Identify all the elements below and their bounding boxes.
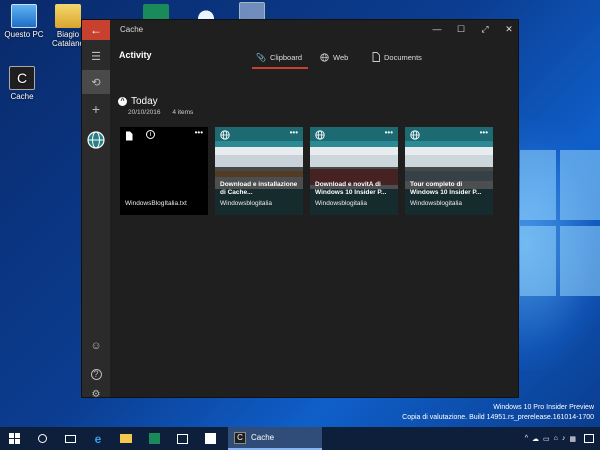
taskbar: e C Cache ^ ☁ ▭ ⌂ ♪ ▦ bbox=[0, 427, 600, 450]
more-options-button[interactable]: ••• bbox=[195, 128, 203, 137]
sidebar-item-help[interactable]: ? bbox=[82, 362, 110, 386]
section-count: 4 items bbox=[172, 109, 194, 116]
more-options-button[interactable]: ••• bbox=[290, 128, 298, 137]
file-explorer-button[interactable] bbox=[112, 427, 140, 450]
hamburger-icon: ☰ bbox=[91, 50, 101, 63]
desktop-icon-cache[interactable]: C Cache bbox=[0, 66, 50, 101]
store-bag-icon bbox=[176, 433, 188, 444]
clipboard-card-file[interactable]: i ••• WindowsBlogItalia.txt bbox=[120, 127, 208, 215]
build-watermark: Windows 10 Pro Insider Preview Copia di … bbox=[402, 403, 594, 423]
taskbar-item-cache[interactable]: C Cache bbox=[228, 427, 322, 450]
clipboard-card-web[interactable]: ••• Download e installazione di Cache...… bbox=[215, 127, 303, 215]
paperclip-icon: 📎 bbox=[256, 52, 266, 62]
card-source: Windowsblogitalia bbox=[315, 200, 368, 207]
computer-icon bbox=[11, 4, 37, 28]
main-content: Activity 📎 Clipboard Web Documents ^ Tod… bbox=[110, 40, 518, 397]
cache-window: ← Cache — ☐ ⤢ ✕ ☰ ⟲ + ☺ ? ⚙ Activity 📎 C… bbox=[82, 20, 518, 400]
tab-documents[interactable]: Documents bbox=[372, 48, 422, 66]
title-bar: ← Cache — ☐ ⤢ ✕ bbox=[82, 20, 518, 40]
section-header-today[interactable]: ^ Today bbox=[118, 96, 158, 107]
back-arrow-icon: ← bbox=[90, 23, 102, 37]
more-options-button[interactable]: ••• bbox=[480, 128, 488, 137]
sidebar-item-history[interactable]: ⟲ bbox=[82, 70, 110, 94]
windows-logo-wallpaper bbox=[520, 150, 600, 310]
tab-clipboard[interactable]: 📎 Clipboard bbox=[251, 48, 309, 69]
fullscreen-button[interactable]: ⤢ bbox=[476, 24, 494, 35]
page-title: Activity bbox=[119, 50, 152, 60]
app-tile-icon bbox=[148, 433, 160, 444]
smiley-icon: ☺ bbox=[90, 340, 102, 352]
sidebar-item-globe[interactable] bbox=[82, 128, 110, 152]
section-meta: 20/10/2016 4 items bbox=[128, 109, 203, 116]
chevron-up-icon[interactable]: ^ bbox=[525, 435, 528, 442]
globe-icon bbox=[220, 130, 230, 140]
network-icon[interactable]: ⌂ bbox=[554, 435, 558, 442]
edge-icon: e bbox=[94, 431, 102, 446]
volume-icon[interactable]: ♪ bbox=[562, 435, 566, 442]
restore-button[interactable]: ☐ bbox=[452, 24, 470, 35]
globe-icon bbox=[320, 52, 329, 62]
back-button[interactable]: ← bbox=[82, 20, 110, 40]
edge-button[interactable]: e bbox=[84, 427, 112, 450]
system-tray: ^ ☁ ▭ ⌂ ♪ ▦ bbox=[525, 427, 600, 450]
cortana-circle-icon bbox=[37, 434, 47, 443]
window-title: Cache bbox=[120, 25, 144, 34]
folder-icon bbox=[120, 434, 132, 443]
more-options-button[interactable]: ••• bbox=[385, 128, 393, 137]
office-button[interactable] bbox=[196, 427, 224, 450]
card-title: Download e installazione di Cache... bbox=[220, 181, 298, 196]
windows-start-icon bbox=[8, 433, 20, 444]
sidebar-item-add[interactable]: + bbox=[82, 97, 110, 121]
onedrive-icon[interactable]: ☁ bbox=[532, 435, 539, 443]
watermark-build: Copia di valutazione. Build 14951.rs_pre… bbox=[402, 414, 594, 421]
section-title: Today bbox=[131, 96, 158, 107]
user-folder-icon bbox=[55, 4, 81, 28]
section-date: 20/10/2016 bbox=[128, 109, 161, 116]
card-source: Windowsblogitalia bbox=[410, 200, 463, 207]
keyboard-icon[interactable]: ▦ bbox=[569, 435, 576, 443]
search-button[interactable] bbox=[28, 427, 56, 450]
taskbar-item-label: Cache bbox=[251, 433, 275, 442]
store-app-button[interactable] bbox=[140, 427, 168, 450]
minimize-button[interactable]: — bbox=[428, 24, 446, 34]
hamburger-menu-button[interactable]: ☰ bbox=[82, 44, 110, 68]
tab-web[interactable]: Web bbox=[320, 48, 348, 66]
store-button[interactable] bbox=[168, 427, 196, 450]
add-icon: + bbox=[91, 101, 101, 117]
gear-icon: ⚙ bbox=[91, 388, 101, 400]
card-source: Windowsblogitalia bbox=[220, 200, 273, 207]
battery-icon[interactable]: ▭ bbox=[543, 435, 550, 443]
document-icon bbox=[372, 52, 380, 62]
history-icon: ⟲ bbox=[91, 76, 101, 89]
clipboard-card-web[interactable]: ••• Download e novitA di Windows 10 Insi… bbox=[310, 127, 398, 215]
close-button[interactable]: ✕ bbox=[500, 24, 518, 35]
sidebar-item-feedback[interactable]: ☺ bbox=[82, 334, 110, 358]
task-view-button[interactable] bbox=[56, 427, 84, 450]
settings-button[interactable]: ⚙ bbox=[82, 388, 110, 400]
action-center-icon[interactable] bbox=[584, 434, 594, 443]
card-title: Tour completo di Windows 10 Insider P... bbox=[410, 181, 482, 196]
sidebar: ☰ ⟲ + ☺ ? ⚙ bbox=[82, 40, 110, 400]
office-icon bbox=[204, 433, 216, 444]
help-icon: ? bbox=[90, 368, 102, 380]
globe-icon bbox=[315, 130, 325, 140]
card-source: WindowsBlogItalia.txt bbox=[125, 200, 187, 207]
start-button[interactable] bbox=[0, 427, 28, 450]
task-view-icon bbox=[64, 434, 76, 443]
watermark-edition: Windows 10 Pro Insider Preview bbox=[493, 404, 594, 411]
globe-icon bbox=[87, 131, 105, 149]
info-icon[interactable]: i bbox=[146, 130, 155, 139]
chevron-up-icon[interactable]: ^ bbox=[118, 97, 127, 106]
card-title: Download e novitA di Windows 10 Insider … bbox=[315, 181, 387, 196]
cache-app-icon: C bbox=[234, 431, 246, 444]
clipboard-card-web[interactable]: ••• Tour completo di Windows 10 Insider … bbox=[405, 127, 493, 215]
cache-app-icon: C bbox=[9, 66, 35, 90]
globe-icon bbox=[410, 130, 420, 140]
document-icon bbox=[126, 131, 133, 141]
